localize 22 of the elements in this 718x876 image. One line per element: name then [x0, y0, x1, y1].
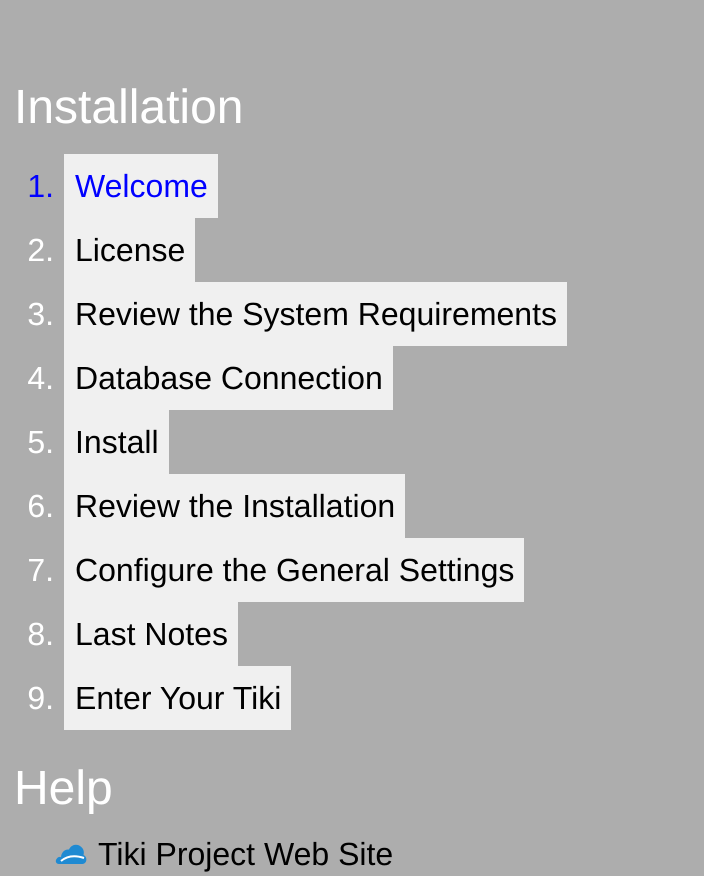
help-link[interactable]: Tiki Project Web Site	[98, 835, 394, 873]
step-number: 3.	[26, 295, 55, 334]
step-item[interactable]: Configure the General Settings	[64, 538, 524, 602]
step-number: 4.	[26, 359, 55, 398]
step-number: 2.	[26, 231, 55, 270]
step-item[interactable]: Database Connection	[64, 346, 393, 410]
step-item[interactable]: Install	[64, 410, 169, 474]
step-number: 7.	[26, 551, 55, 590]
section-heading: Help	[13, 761, 113, 817]
step-number: 5.	[26, 423, 55, 462]
step-item[interactable]: Review the Installation	[64, 474, 406, 538]
step-number: 6.	[26, 487, 55, 526]
step-item[interactable]: Enter Your Tiki	[64, 666, 292, 730]
cloud-icon	[55, 843, 87, 865]
step-number: 8.	[26, 615, 55, 654]
section-heading: Installation	[13, 80, 244, 136]
step-item[interactable]: Review the System Requirements	[64, 282, 567, 346]
step-number: 1.	[26, 167, 55, 206]
step-item[interactable]: License	[64, 218, 196, 282]
step-item[interactable]: Last Notes	[64, 602, 238, 666]
step-item[interactable]: Welcome	[64, 154, 218, 218]
step-number: 9.	[26, 679, 55, 718]
